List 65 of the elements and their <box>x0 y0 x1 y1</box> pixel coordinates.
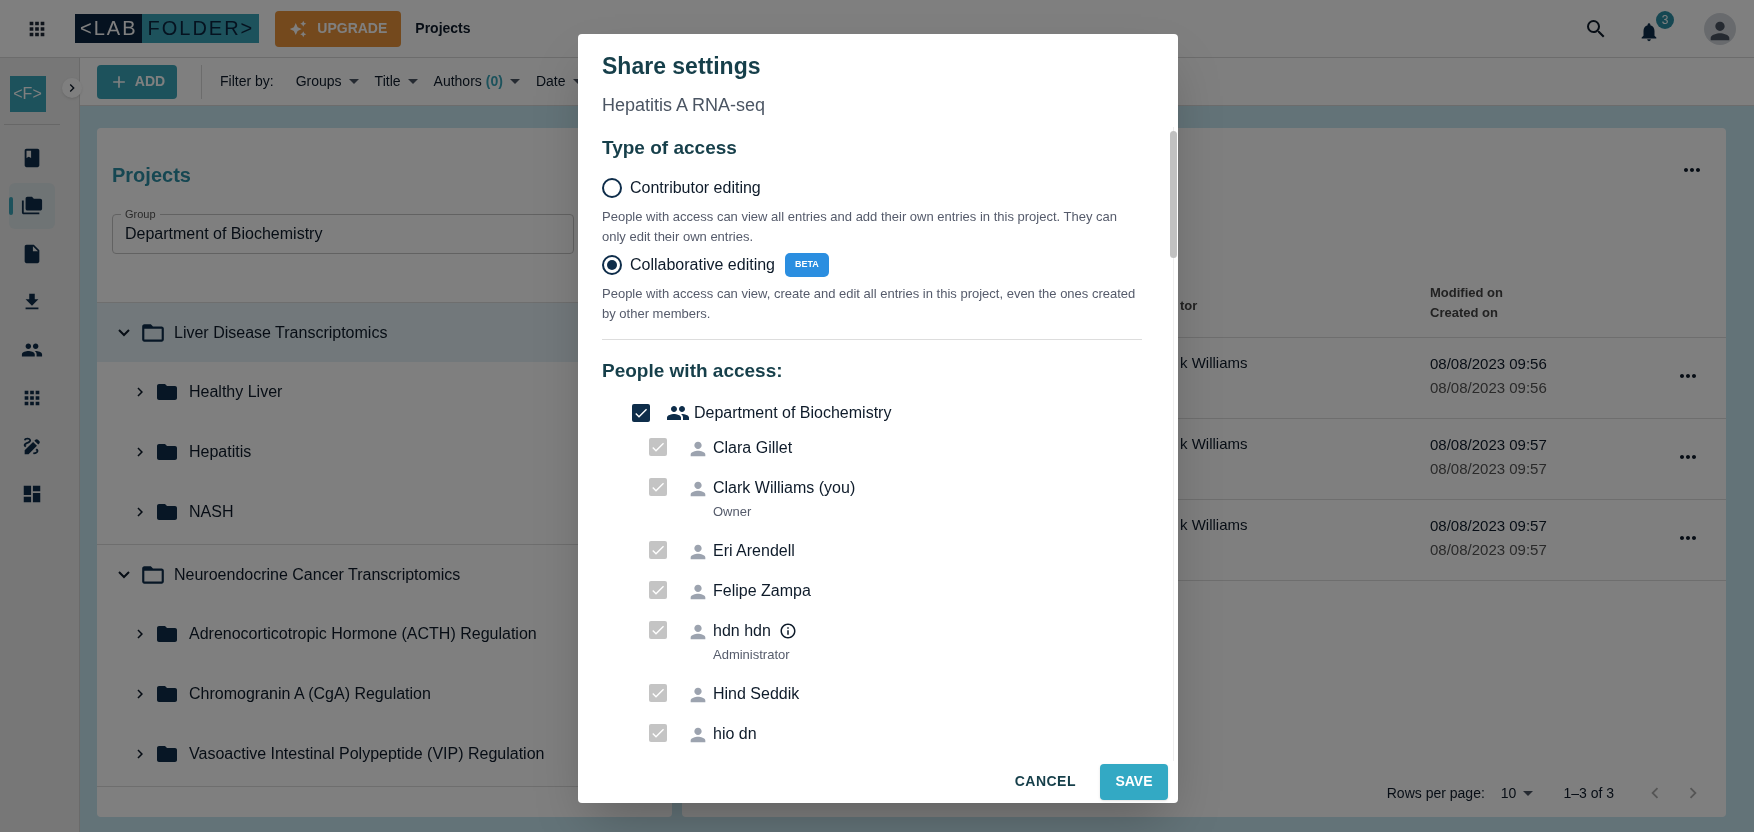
column-header[interactable]: tor <box>1180 295 1430 323</box>
member-name: Felipe Zampa <box>713 580 811 601</box>
tree-folder-row[interactable]: Chromogranin A (CgA) Regulation <box>97 664 672 724</box>
tree-folder-row[interactable]: NASH <box>97 482 672 542</box>
rows-per-page-label: Rows per page: <box>1386 783 1485 803</box>
page-range: 1–3 of 3 <box>1563 783 1614 803</box>
tree-folder-row[interactable]: Vasoactive Intestinal Polypeptide (VIP) Regulation <box>97 724 672 784</box>
table-cell-text: k Williams <box>1180 353 1249 372</box>
dropdown-caret-icon <box>407 79 418 84</box>
tree-folder-row[interactable]: Adrenocorticotropic Hormone (ACTH) Regulation <box>97 604 672 664</box>
logo-text: <LAB <box>75 14 143 43</box>
tree-folder-row[interactable]: Neuroendocrine Cancer Transcriptomics <box>97 545 672 604</box>
filter-dropdown[interactable]: Groups <box>295 71 359 92</box>
filter-dropdown[interactable]: Title <box>374 71 418 92</box>
notification-badge: 3 <box>1656 10 1674 29</box>
table-cell-text: 08/08/2023 09:57 <box>1430 516 1547 536</box>
member-name: Clara Gillet <box>713 437 793 458</box>
radio-button[interactable] <box>602 255 622 275</box>
logo[interactable]: <LAB FOLDER> <box>75 14 260 43</box>
dialog-title: Share settings <box>602 52 762 81</box>
beta-badge: BETA <box>785 253 829 277</box>
filter-label: Filter by: <box>220 72 274 91</box>
column-header[interactable]: Created on <box>1430 303 1503 323</box>
column-header[interactable]: Modified on <box>1430 283 1503 303</box>
table-cell-text: 08/08/2023 09:57 <box>1430 540 1547 560</box>
table-cell-text: 08/08/2023 09:56 <box>1430 378 1547 398</box>
member-name: Eri Arendell <box>713 540 795 561</box>
table-cell-text: 08/08/2023 09:57 <box>1430 459 1547 479</box>
dropdown-caret-icon <box>1523 790 1534 796</box>
member-name: Clark Williams (you) <box>713 477 856 498</box>
sparkle-icon <box>289 19 308 38</box>
cancel-button[interactable]: CANCEL <box>1006 763 1084 800</box>
folders-icon <box>20 195 43 217</box>
section-heading: Type of access <box>602 135 738 160</box>
filter-dropdown[interactable]: Authors (0) <box>433 71 520 92</box>
option-label[interactable]: Collaborative editing <box>630 253 775 277</box>
table-cell-text: 08/08/2023 09:57 <box>1430 435 1547 455</box>
scrollbar-thumb[interactable] <box>1170 130 1177 258</box>
field-value: Department of Biochemistry <box>125 224 323 244</box>
option-label[interactable]: Contributor editing <box>630 176 761 200</box>
table-cell-text: k Williams <box>1180 515 1249 534</box>
panel-title: Projects <box>112 163 191 188</box>
dropdown-caret-icon <box>348 79 359 84</box>
member-name: hdn hdn <box>713 620 771 641</box>
chevron-down-icon <box>118 328 130 337</box>
chevron-down-icon <box>118 570 130 579</box>
dialog-subtitle: Hepatitis A RNA-seq <box>602 93 767 117</box>
table-cell-text: k Williams <box>1180 434 1249 453</box>
tree-folder-row[interactable]: Hepatitis <box>97 422 672 482</box>
checkbox[interactable] <box>632 403 650 422</box>
dropdown-caret-icon <box>509 79 520 84</box>
expand-button[interactable] <box>62 78 82 98</box>
radio-button[interactable] <box>602 178 622 198</box>
rail-item[interactable] <box>8 183 55 229</box>
member-role: Owner <box>713 502 753 521</box>
member-name: Hind Seddik <box>713 683 800 704</box>
option-description: People with access can view all entries and add their own entries in this project. They can only edit their own entries. <box>602 208 1118 246</box>
save-button[interactable]: SAVE <box>1100 763 1168 800</box>
logo-text: FOLDER> <box>142 14 260 43</box>
rows-per-page-select[interactable]: 10 <box>1500 782 1534 804</box>
table-cell-text: 08/08/2023 09:56 <box>1430 354 1547 374</box>
avatar[interactable] <box>1704 12 1736 45</box>
member-role: Administrator <box>713 645 791 664</box>
member-name: hio dn <box>713 723 757 744</box>
page-title: Projects <box>415 19 471 38</box>
